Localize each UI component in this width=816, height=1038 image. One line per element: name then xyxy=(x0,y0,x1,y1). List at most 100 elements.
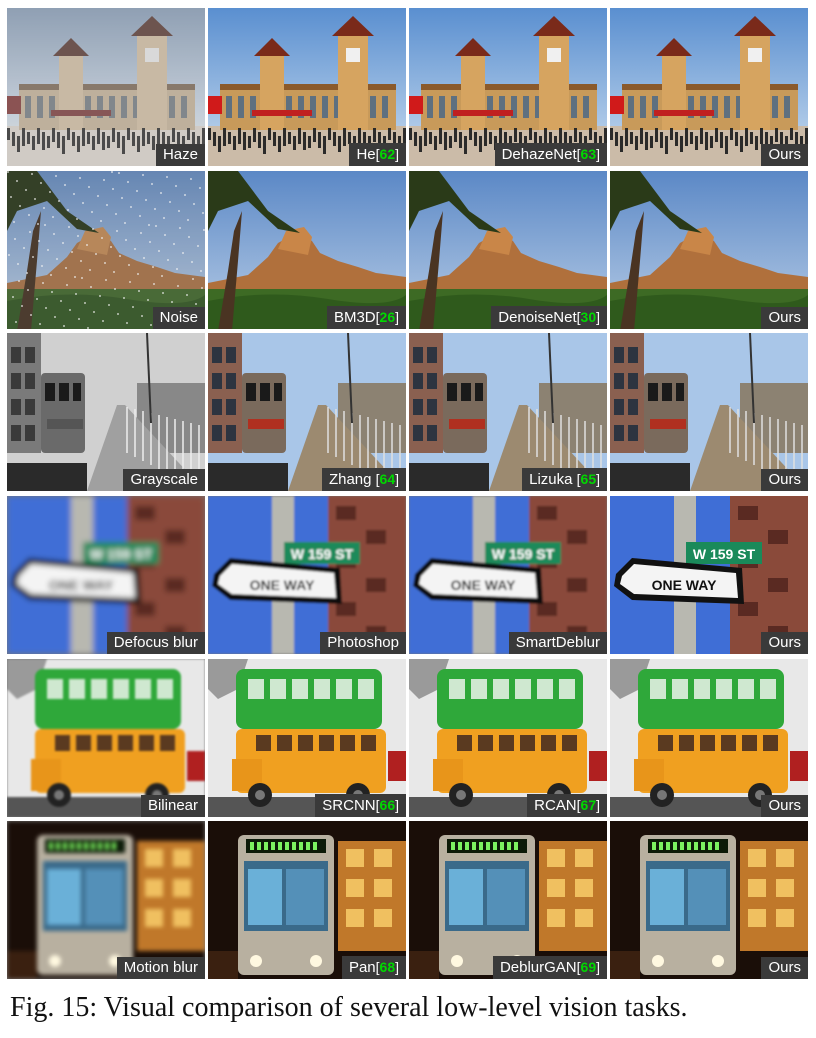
citation-ref: 67 xyxy=(580,797,597,813)
method-label: Ours xyxy=(761,632,808,654)
tile-train-1: Zhang [64] xyxy=(208,333,406,491)
tile-image xyxy=(610,8,808,166)
tile-sign-0: W 159 ST ONE WAY Defocus blur xyxy=(7,496,205,654)
method-label: Defocus blur xyxy=(106,632,205,654)
method-label: Bilinear xyxy=(140,795,205,817)
method-name: Noise xyxy=(159,309,198,326)
tile-image: W 159 ST ONE WAY xyxy=(208,496,406,654)
street-sign-text: W 159 ST xyxy=(492,546,555,562)
method-name: Grayscale xyxy=(130,471,198,488)
method-name: Bilinear xyxy=(147,797,198,814)
citation-ref: 62 xyxy=(379,146,396,162)
citation-ref: 30 xyxy=(580,309,597,325)
method-label: DeblurGAN[69] xyxy=(492,956,607,979)
street-sign-text: W 159 ST xyxy=(693,546,756,562)
method-name: Zhang xyxy=(328,471,376,488)
citation-ref: 63 xyxy=(580,146,597,162)
tile-image xyxy=(610,821,808,979)
method-name: DeblurGAN xyxy=(499,959,577,976)
method-name: Ours xyxy=(768,959,801,976)
citation-bracket: ] xyxy=(395,471,399,487)
citation-bracket: ] xyxy=(596,797,600,813)
tile-station-0: Haze xyxy=(7,8,205,166)
tile-nightbus-1: Pan[68] xyxy=(208,821,406,979)
method-name: SmartDeblur xyxy=(515,634,600,651)
method-name: Ours xyxy=(768,797,801,814)
citation-ref: 64 xyxy=(379,471,396,487)
citation-bracket: ] xyxy=(596,959,600,975)
method-name: Photoshop xyxy=(327,634,399,651)
tile-bus-1: SRCNN[66] xyxy=(208,659,406,817)
citation-bracket: ] xyxy=(395,797,399,813)
figure-grid: Haze He[62] DehazeNet[63] Ours Noise BM3… xyxy=(7,8,809,980)
citation-bracket: ] xyxy=(596,146,600,162)
method-label: Zhang [64] xyxy=(321,468,406,491)
tile-image xyxy=(7,8,205,166)
tile-nightbus-0: Motion blur xyxy=(7,821,205,979)
method-name: Haze xyxy=(162,146,198,163)
tile-image xyxy=(7,821,205,979)
method-name: Ours xyxy=(768,309,801,326)
citation-bracket: ] xyxy=(596,471,600,487)
tile-image xyxy=(610,333,808,491)
method-name: SRCNN xyxy=(322,797,376,814)
method-name: Ours xyxy=(768,634,801,651)
method-name: BM3D xyxy=(333,309,376,326)
method-name: Lizuka xyxy=(529,471,577,488)
tile-sign-2: W 159 ST ONE WAY SmartDeblur xyxy=(409,496,607,654)
method-label: Ours xyxy=(761,469,808,491)
tile-image xyxy=(7,171,205,329)
tile-bus-0: Bilinear xyxy=(7,659,205,817)
method-name: DehazeNet xyxy=(501,146,577,163)
tile-sign-3: W 159 ST ONE WAY Ours xyxy=(610,496,808,654)
citation-ref: 68 xyxy=(379,959,396,975)
tile-train-3: Ours xyxy=(610,333,808,491)
method-label: Ours xyxy=(761,144,808,166)
tile-image xyxy=(7,333,205,491)
method-label: Pan[68] xyxy=(341,956,406,979)
one-way-sign-text: ONE WAY xyxy=(250,577,315,593)
method-name: Motion blur xyxy=(123,959,198,976)
tile-sign-1: W 159 ST ONE WAY Photoshop xyxy=(208,496,406,654)
citation-ref: 65 xyxy=(580,471,597,487)
tile-image xyxy=(610,171,808,329)
method-label: DehazeNet[63] xyxy=(494,143,607,166)
tile-image xyxy=(610,659,808,817)
street-sign-text: W 159 ST xyxy=(291,546,354,562)
tile-train-2: Lizuka [65] xyxy=(409,333,607,491)
tile-station-1: He[62] xyxy=(208,8,406,166)
tile-station-3: Ours xyxy=(610,8,808,166)
tile-desert-1: BM3D[26] xyxy=(208,171,406,329)
method-name: Ours xyxy=(768,471,801,488)
method-label: Photoshop xyxy=(320,632,406,654)
tile-image: W 159 ST ONE WAY xyxy=(409,496,607,654)
tile-station-2: DehazeNet[63] xyxy=(409,8,607,166)
citation-ref: 66 xyxy=(379,797,396,813)
method-label: Ours xyxy=(761,957,808,979)
citation-bracket: ] xyxy=(395,959,399,975)
method-label: Lizuka [65] xyxy=(522,468,607,491)
citation-ref: 69 xyxy=(580,959,597,975)
one-way-sign-text: ONE WAY xyxy=(652,577,717,593)
tile-desert-3: Ours xyxy=(610,171,808,329)
street-sign-text: W 159 ST xyxy=(90,546,153,562)
tile-image: W 159 ST ONE WAY xyxy=(610,496,808,654)
method-label: Motion blur xyxy=(116,957,205,979)
citation-bracket: ] xyxy=(596,309,600,325)
figure-caption: Fig. 15: Visual comparison of several lo… xyxy=(10,992,688,1023)
tile-image: W 159 ST ONE WAY xyxy=(7,496,205,654)
one-way-sign-text: ONE WAY xyxy=(451,577,516,593)
tile-train-0: Grayscale xyxy=(7,333,205,491)
method-label: DenoiseNet[30] xyxy=(491,306,607,329)
tile-desert-0: Noise xyxy=(7,171,205,329)
tile-bus-2: RCAN[67] xyxy=(409,659,607,817)
citation-ref: 26 xyxy=(379,309,396,325)
tile-image xyxy=(7,659,205,817)
one-way-sign-text: ONE WAY xyxy=(49,577,114,593)
method-label: SmartDeblur xyxy=(508,632,607,654)
tile-nightbus-2: DeblurGAN[69] xyxy=(409,821,607,979)
method-label: Ours xyxy=(761,307,808,329)
method-label: RCAN[67] xyxy=(527,794,607,817)
method-label: SRCNN[66] xyxy=(315,794,406,817)
method-name: Pan xyxy=(348,959,376,976)
